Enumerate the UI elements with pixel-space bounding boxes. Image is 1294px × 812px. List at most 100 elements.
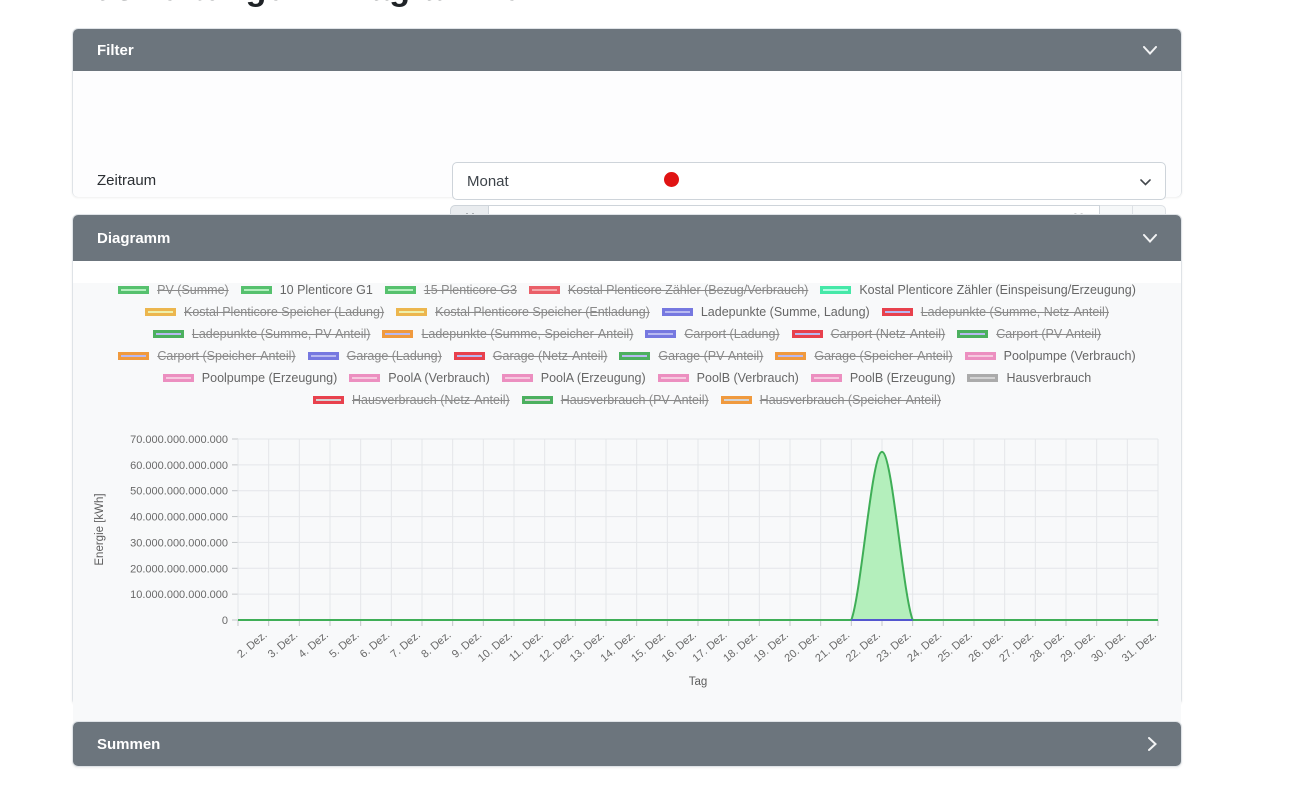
legend-item[interactable]: PoolA (Verbrauch) (349, 371, 489, 385)
legend-swatch-icon (241, 286, 272, 294)
legend-item[interactable]: Ladepunkte (Summe, PV-Anteil) (153, 327, 371, 341)
svg-text:4. Dez.: 4. Dez. (297, 629, 331, 661)
svg-text:5. Dez.: 5. Dez. (327, 629, 361, 661)
legend-swatch-icon (811, 374, 842, 382)
legend-swatch-icon (454, 352, 485, 360)
legend-item[interactable]: 10 Plenticore G1 (241, 283, 373, 297)
legend-item[interactable]: PoolB (Verbrauch) (658, 371, 799, 385)
legend-item[interactable]: Garage (Speicher-Anteil) (775, 349, 952, 363)
legend-swatch-icon (721, 396, 752, 404)
legend-item[interactable]: Carport (Netz-Anteil) (792, 327, 946, 341)
legend-label: Poolpumpe (Verbrauch) (1004, 349, 1136, 363)
select-chevron-icon (1140, 173, 1151, 190)
diagramm-body: PV (Summe) 10 Plenticore G1 15 Plenticore … (73, 283, 1181, 726)
svg-text:8. Dez.: 8. Dez. (419, 629, 453, 661)
page-title: Auswertungen - Diagramme (70, 0, 770, 14)
legend-swatch-icon (308, 352, 339, 360)
legend-item[interactable]: Poolpumpe (Erzeugung) (163, 371, 338, 385)
legend-item[interactable]: Carport (PV-Anteil) (957, 327, 1101, 341)
legend-swatch-icon (153, 330, 184, 338)
chevron-down-icon (1143, 234, 1157, 243)
diagramm-header[interactable]: Diagramm (73, 215, 1181, 261)
legend-swatch-icon (522, 396, 553, 404)
legend-swatch-icon (957, 330, 988, 338)
svg-text:10. Dez.: 10. Dez. (476, 629, 515, 665)
legend-label: Carport (Speicher-Anteil) (157, 349, 295, 363)
legend-label: Carport (Ladung) (684, 327, 779, 341)
legend-label: Hausverbrauch (Netz-Anteil) (352, 393, 510, 407)
summen-header[interactable]: Summen (73, 722, 1181, 766)
legend-label: Kostal Plenticore Speicher (Ladung) (184, 305, 384, 319)
legend-item[interactable]: Ladepunkte (Summe, Ladung) (662, 305, 870, 319)
legend-item[interactable]: Garage (Netz-Anteil) (454, 349, 608, 363)
summen-card: Summen (72, 721, 1182, 767)
legend-swatch-icon (658, 374, 689, 382)
legend-item[interactable]: Poolpumpe (Verbrauch) (965, 349, 1136, 363)
legend-item[interactable]: Hausverbrauch (Speicher-Anteil) (721, 393, 941, 407)
legend-item[interactable]: Carport (Speicher-Anteil) (118, 349, 295, 363)
legend-item[interactable]: Carport (Ladung) (645, 327, 779, 341)
legend-swatch-icon (385, 286, 416, 294)
legend-swatch-icon (163, 374, 194, 382)
legend-label: Ladepunkte (Summe, Speicher-Anteil) (421, 327, 633, 341)
legend-label: Carport (Netz-Anteil) (831, 327, 946, 341)
legend-item[interactable]: Garage (PV-Anteil) (619, 349, 763, 363)
legend-item[interactable]: Kostal Plenticore Speicher (Entladung) (396, 305, 650, 319)
zeitraum-selected-value: Monat (467, 173, 1140, 190)
legend-swatch-icon (882, 308, 913, 316)
legend-item[interactable]: 15 Plenticore G3 (385, 283, 517, 297)
svg-text:20.000.000.000.000: 20.000.000.000.000 (130, 563, 228, 575)
page: Auswertungen - Diagramme Filter Zeitraum… (0, 0, 1294, 812)
legend-label: Hausverbrauch (Speicher-Anteil) (760, 393, 941, 407)
legend-label: Garage (Speicher-Anteil) (814, 349, 952, 363)
chevron-down-icon (1143, 46, 1157, 55)
legend-item[interactable]: Kostal Plenticore Speicher (Ladung) (145, 305, 384, 319)
diagramm-card: Diagramm PV (Summe) 10 Plenticore G1 15 Pl… (72, 214, 1182, 705)
legend-swatch-icon (820, 286, 851, 294)
filter-header-label: Filter (97, 42, 1143, 59)
svg-text:10.000.000.000.000: 10.000.000.000.000 (130, 589, 228, 601)
legend-item[interactable]: Kostal Plenticore Zähler (Bezug/Verbrauc… (529, 283, 808, 297)
filter-body: Zeitraum Monat Monat Dezember 2025 (73, 71, 1181, 197)
legend-swatch-icon (619, 352, 650, 360)
energy-chart[interactable]: 0 10.000.000.000.000 20.000.000.000.000 30.… (73, 431, 1181, 721)
svg-text:7. Dez.: 7. Dez. (389, 629, 423, 661)
filter-header[interactable]: Filter (73, 29, 1181, 71)
legend-item[interactable]: Ladepunkte (Summe, Netz-Anteil) (882, 305, 1109, 319)
legend-label: 10 Plenticore G1 (280, 283, 373, 297)
svg-text:30.000.000.000.000: 30.000.000.000.000 (130, 537, 228, 549)
svg-text:31. Dez.: 31. Dez. (1120, 629, 1159, 665)
zeitraum-select[interactable]: Monat (452, 162, 1166, 200)
legend-swatch-icon (967, 374, 998, 382)
chart-legend: PV (Summe) 10 Plenticore G1 15 Plenticore … (103, 283, 1151, 407)
legend-label: PoolA (Erzeugung) (541, 371, 646, 385)
summen-header-label: Summen (97, 736, 1148, 753)
svg-text:50.000.000.000.000: 50.000.000.000.000 (130, 486, 228, 498)
legend-item[interactable]: PoolB (Erzeugung) (811, 371, 956, 385)
legend-label: PoolB (Verbrauch) (697, 371, 799, 385)
legend-label: Hausverbrauch (1006, 371, 1091, 385)
svg-text:3. Dez.: 3. Dez. (266, 629, 300, 661)
legend-item[interactable]: Hausverbrauch (Netz-Anteil) (313, 393, 510, 407)
legend-item[interactable]: Hausverbrauch (967, 371, 1091, 385)
svg-text:6. Dez.: 6. Dez. (358, 629, 392, 661)
legend-label: Garage (Netz-Anteil) (493, 349, 608, 363)
zeitraum-label: Zeitraum (97, 172, 156, 189)
legend-swatch-icon (349, 374, 380, 382)
svg-text:40.000.000.000.000: 40.000.000.000.000 (130, 512, 228, 524)
legend-item[interactable]: PoolA (Erzeugung) (502, 371, 646, 385)
legend-item[interactable]: Hausverbrauch (PV-Anteil) (522, 393, 709, 407)
legend-swatch-icon (118, 352, 149, 360)
svg-text:2. Dez.: 2. Dez. (235, 629, 269, 661)
legend-item[interactable]: Garage (Ladung) (308, 349, 442, 363)
legend-item[interactable]: PV (Summe) (118, 283, 229, 297)
filter-card: Filter Zeitraum Monat Monat (72, 28, 1182, 197)
legend-label: PoolB (Erzeugung) (850, 371, 956, 385)
svg-text:70.000.000.000.000: 70.000.000.000.000 (130, 434, 228, 446)
legend-label: Ladepunkte (Summe, PV-Anteil) (192, 327, 371, 341)
legend-item[interactable]: Kostal Plenticore Zähler (Einspeisung/Er… (820, 283, 1136, 297)
svg-text:0: 0 (222, 615, 228, 627)
legend-label: Kostal Plenticore Speicher (Entladung) (435, 305, 650, 319)
legend-swatch-icon (775, 352, 806, 360)
legend-item[interactable]: Ladepunkte (Summe, Speicher-Anteil) (382, 327, 633, 341)
